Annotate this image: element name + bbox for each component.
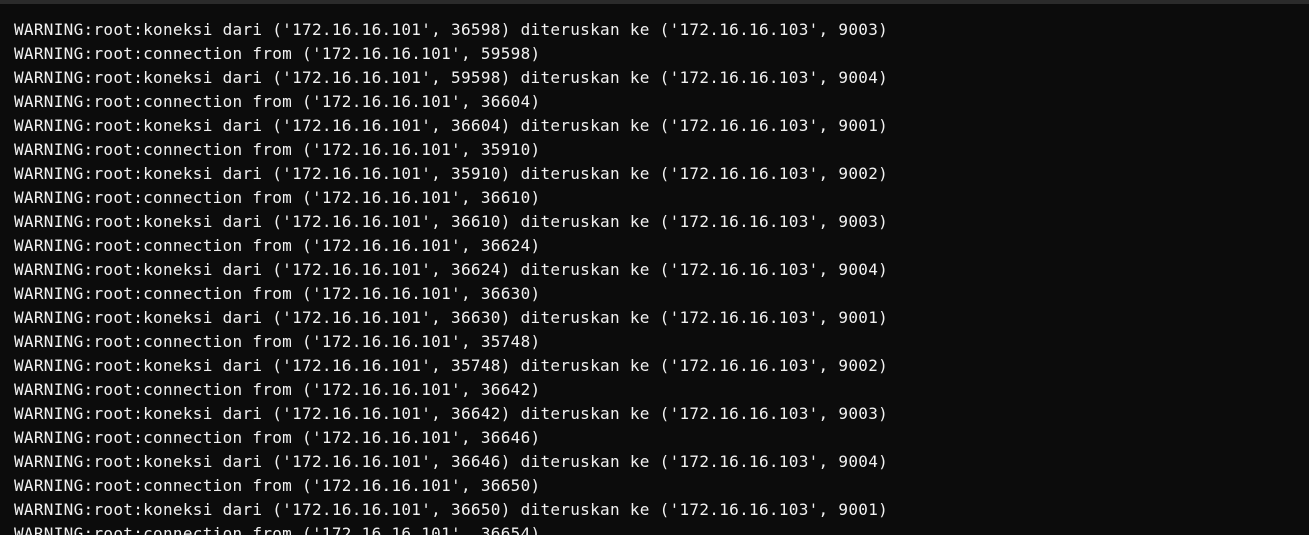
log-line: WARNING:root:koneksi dari ('172.16.16.10… xyxy=(14,260,889,279)
log-line: WARNING:root:connection from ('172.16.16… xyxy=(14,284,541,303)
log-line: WARNING:root:koneksi dari ('172.16.16.10… xyxy=(14,20,889,39)
log-line: WARNING:root:koneksi dari ('172.16.16.10… xyxy=(14,356,889,375)
log-line: WARNING:root:koneksi dari ('172.16.16.10… xyxy=(14,500,889,519)
log-lines: WARNING:root:koneksi dari ('172.16.16.10… xyxy=(14,18,888,535)
log-line: WARNING:root:connection from ('172.16.16… xyxy=(14,92,541,111)
log-line: WARNING:root:koneksi dari ('172.16.16.10… xyxy=(14,308,889,327)
log-line: WARNING:root:connection from ('172.16.16… xyxy=(14,236,541,255)
log-line: WARNING:root:connection from ('172.16.16… xyxy=(14,140,541,159)
log-line: WARNING:root:connection from ('172.16.16… xyxy=(14,428,541,447)
log-line: WARNING:root:koneksi dari ('172.16.16.10… xyxy=(14,212,889,231)
terminal-output[interactable]: WARNING:root:koneksi dari ('172.16.16.10… xyxy=(0,4,1309,535)
log-line: WARNING:root:connection from ('172.16.16… xyxy=(14,188,541,207)
log-line: WARNING:root:koneksi dari ('172.16.16.10… xyxy=(14,116,889,135)
log-line: WARNING:root:connection from ('172.16.16… xyxy=(14,524,541,535)
log-line: WARNING:root:koneksi dari ('172.16.16.10… xyxy=(14,164,889,183)
log-line: WARNING:root:connection from ('172.16.16… xyxy=(14,332,541,351)
log-line: WARNING:root:connection from ('172.16.16… xyxy=(14,380,541,399)
log-line: WARNING:root:koneksi dari ('172.16.16.10… xyxy=(14,404,889,423)
log-line: WARNING:root:koneksi dari ('172.16.16.10… xyxy=(14,68,889,87)
log-line: WARNING:root:koneksi dari ('172.16.16.10… xyxy=(14,452,889,471)
log-line: WARNING:root:connection from ('172.16.16… xyxy=(14,476,541,495)
log-line: WARNING:root:connection from ('172.16.16… xyxy=(14,44,541,63)
